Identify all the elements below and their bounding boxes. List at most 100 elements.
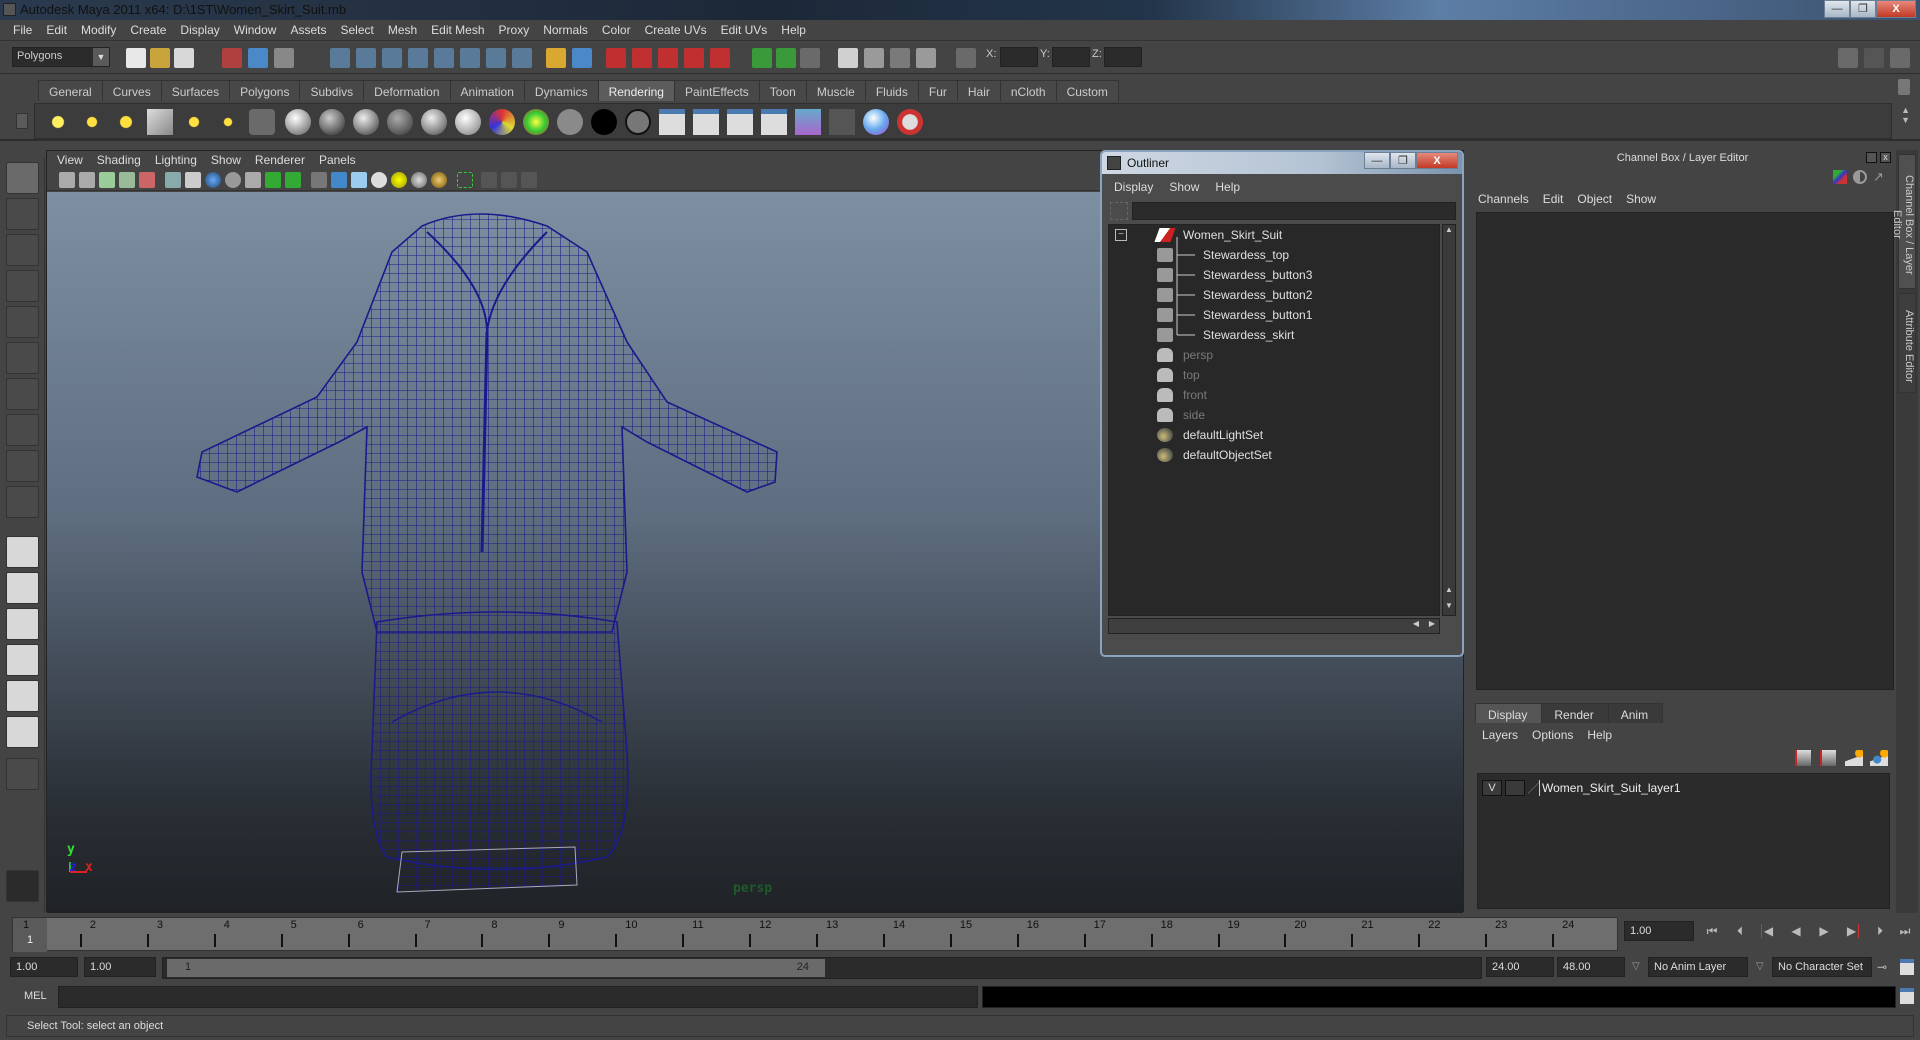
end-time-field[interactable]: 48.00 xyxy=(1557,957,1625,977)
shelf-tab-fluids[interactable]: Fluids xyxy=(864,80,919,101)
play-backwards-icon[interactable]: ◀ xyxy=(1789,924,1803,938)
speed-icon[interactable] xyxy=(1853,170,1867,184)
wireframe-shading-icon[interactable] xyxy=(311,172,327,188)
persp-graph-outliner-layout-icon[interactable] xyxy=(6,716,39,748)
character-set-dropdown-icon[interactable]: ▽ xyxy=(1756,961,1764,972)
magnet-curve-icon[interactable] xyxy=(684,48,704,68)
viewport-menu-renderer[interactable]: Renderer xyxy=(249,151,313,169)
layer-menu-help[interactable]: Help xyxy=(1587,728,1626,742)
gate-mask-icon[interactable] xyxy=(225,172,241,188)
menu-file[interactable]: File xyxy=(6,20,39,40)
grid-toggle-icon[interactable] xyxy=(165,172,181,188)
construction-history-icon[interactable] xyxy=(606,48,626,68)
camera-icon[interactable] xyxy=(249,109,275,135)
shelf-tab-painteffects[interactable]: PaintEffects xyxy=(673,80,760,101)
current-time-indicator[interactable]: 1 xyxy=(13,918,47,952)
select-camera-icon[interactable] xyxy=(59,172,75,188)
close-panel-icon[interactable]: x xyxy=(1880,152,1891,163)
playback-end-field[interactable]: 24.00 xyxy=(1486,957,1554,977)
start-time-field[interactable]: 1.00 xyxy=(10,957,78,977)
output-connections-icon[interactable] xyxy=(776,48,796,68)
phong-material-icon[interactable] xyxy=(421,109,447,135)
input-connections-icon[interactable] xyxy=(752,48,772,68)
shelf-tab-fur[interactable]: Fur xyxy=(917,80,958,101)
menu-mesh[interactable]: Mesh xyxy=(381,20,424,40)
new-scene-icon[interactable] xyxy=(126,48,146,68)
outliner-menu-show[interactable]: Show xyxy=(1163,180,1209,194)
outliner-close-button[interactable]: X xyxy=(1416,152,1458,169)
smooth-shade-icon[interactable] xyxy=(331,172,347,188)
outliner-title-bar[interactable]: Outliner — ❐ X xyxy=(1102,152,1462,174)
filter-select-icon[interactable] xyxy=(1110,202,1128,220)
magnet-surface-icon[interactable] xyxy=(710,48,730,68)
persp-outliner-layout-icon[interactable] xyxy=(6,608,39,640)
select-tool-icon[interactable] xyxy=(6,162,39,194)
ramp-shader-icon[interactable] xyxy=(489,109,515,135)
menu-set-selector[interactable]: Polygons ▼ xyxy=(12,47,110,67)
isolate-select-icon[interactable] xyxy=(457,172,473,188)
surface-shader-icon[interactable] xyxy=(557,109,583,135)
help-question-icon[interactable] xyxy=(512,48,532,68)
transform-mode-icon[interactable] xyxy=(956,48,976,68)
menu-edit[interactable]: Edit xyxy=(39,20,74,40)
xray-joints-icon[interactable] xyxy=(501,172,517,188)
area-light-icon[interactable] xyxy=(181,109,207,135)
select-by-object-icon[interactable] xyxy=(248,48,268,68)
menu-assets[interactable]: Assets xyxy=(283,20,333,40)
command-language-label[interactable]: MEL xyxy=(24,990,47,1002)
scroll-down-arrow-icon[interactable]: ▼ xyxy=(1443,601,1455,615)
move-tool-icon[interactable] xyxy=(6,270,39,302)
render-current-frame-icon[interactable] xyxy=(838,48,858,68)
safe-title-icon[interactable] xyxy=(285,172,301,188)
layer-tab-display[interactable]: Display xyxy=(1475,703,1543,723)
batch-render-icon[interactable] xyxy=(829,109,855,135)
anim-layer-dropdown-icon[interactable]: ▽ xyxy=(1632,961,1640,972)
viewport-menu-panels[interactable]: Panels xyxy=(313,151,364,169)
scale-tool-icon[interactable] xyxy=(6,342,39,374)
shelf-menu-icon[interactable] xyxy=(16,113,28,129)
four-view-layout-icon[interactable] xyxy=(6,572,39,604)
spot-light-icon[interactable] xyxy=(147,109,173,135)
universal-manipulator-icon[interactable] xyxy=(6,378,39,410)
show-manipulator-icon[interactable] xyxy=(6,450,39,482)
bookmark-icon[interactable] xyxy=(99,172,115,188)
mental-ray-icon[interactable] xyxy=(863,109,889,135)
anim-layer-field[interactable]: No Anim Layer xyxy=(1648,957,1748,977)
x-field[interactable] xyxy=(1000,47,1038,67)
wireframe-on-shaded-icon[interactable] xyxy=(351,172,367,188)
go-to-end-icon[interactable]: ⏭ xyxy=(1898,924,1912,938)
paint-brush-icon[interactable] xyxy=(897,109,923,135)
persp-graph-layout-icon[interactable] xyxy=(6,644,39,676)
selection-highlight-icon[interactable] xyxy=(572,48,592,68)
viewport-menu-view[interactable]: View xyxy=(51,151,91,169)
image-plane-icon[interactable] xyxy=(119,172,135,188)
outliner-menu-help[interactable]: Help xyxy=(1209,180,1250,194)
shelf-tab-rendering[interactable]: Rendering xyxy=(597,80,675,101)
shelf-scroll-arrows[interactable]: ▲ ▼ xyxy=(1901,105,1910,125)
outliner-item[interactable]: front xyxy=(1109,385,1439,405)
outliner-filter-input[interactable] xyxy=(1132,202,1456,220)
outliner-vertical-scrollbar[interactable]: ▲ ▲ ▼ xyxy=(1442,224,1456,616)
outliner-item[interactable]: Stewardess_skirt xyxy=(1109,325,1439,345)
menu-select[interactable]: Select xyxy=(333,20,380,40)
viewport-menu-show[interactable]: Show xyxy=(205,151,249,169)
shelf-tab-toon[interactable]: Toon xyxy=(758,80,807,101)
manipulator-axes-icon[interactable] xyxy=(1833,170,1847,184)
step-back-key-icon[interactable]: ⏴ xyxy=(1733,924,1747,938)
outliner-menu-display[interactable]: Display xyxy=(1108,180,1163,194)
outliner-item[interactable]: − Women_Skirt_Suit xyxy=(1109,225,1439,245)
shelf-tab-dynamics[interactable]: Dynamics xyxy=(523,80,599,101)
playback-range-slider[interactable]: 1 24 xyxy=(162,957,1482,979)
volume-light-icon[interactable] xyxy=(215,109,241,135)
make-live-icon[interactable] xyxy=(434,48,454,68)
command-input[interactable] xyxy=(58,986,978,1008)
shelf-tab-hair[interactable]: Hair xyxy=(956,80,1001,101)
shelf-tab-curves[interactable]: Curves xyxy=(101,80,162,101)
shelf-tab-general[interactable]: General xyxy=(38,80,103,101)
use-all-lights-icon[interactable] xyxy=(391,172,407,188)
side-tab-channel-box[interactable]: Channel Box / Layer Editor xyxy=(1891,154,1916,289)
shelf-tab-custom[interactable]: Custom xyxy=(1055,80,1119,101)
y-field[interactable] xyxy=(1052,47,1090,67)
rotate-tool-icon[interactable] xyxy=(6,306,39,338)
layer-playback-toggle[interactable] xyxy=(1505,780,1525,796)
